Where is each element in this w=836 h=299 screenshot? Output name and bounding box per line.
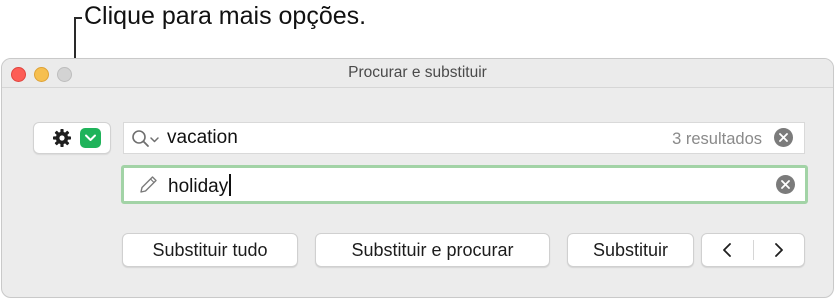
chevron-right-icon	[775, 243, 783, 257]
options-button[interactable]	[33, 122, 111, 154]
close-icon	[779, 133, 788, 142]
callout-text: Clique para mais opções.	[84, 2, 367, 30]
find-replace-window: Procurar e substituir vacation 3 resulta…	[1, 58, 834, 298]
options-dropdown[interactable]	[80, 128, 101, 148]
search-input[interactable]: vacation	[167, 127, 238, 149]
replace-and-find-button[interactable]: Substituir e procurar	[315, 233, 550, 267]
text-caret	[229, 174, 231, 196]
replace-button[interactable]: Substituir	[567, 233, 694, 267]
chevron-down-icon	[85, 134, 96, 141]
previous-result-button[interactable]	[702, 234, 753, 266]
window-title: Procurar e substituir	[348, 64, 487, 81]
titlebar: Procurar e substituir	[2, 59, 833, 88]
close-icon	[781, 180, 790, 189]
search-field[interactable]: vacation 3 resultados	[123, 122, 805, 154]
replace-all-button[interactable]: Substituir tudo	[122, 233, 298, 267]
gear-icon	[53, 129, 71, 147]
clear-search-button[interactable]	[774, 128, 793, 147]
find-navigation	[701, 233, 805, 267]
chevron-left-icon	[723, 243, 731, 257]
next-result-button[interactable]	[754, 234, 804, 266]
pencil-icon	[140, 176, 157, 193]
magnifier-dropdown-icon[interactable]	[131, 129, 161, 149]
results-count: 3 resultados	[672, 130, 762, 148]
replace-field[interactable]: holiday	[121, 165, 808, 204]
replace-input[interactable]: holiday	[168, 174, 231, 198]
clear-replace-button[interactable]	[776, 175, 795, 194]
